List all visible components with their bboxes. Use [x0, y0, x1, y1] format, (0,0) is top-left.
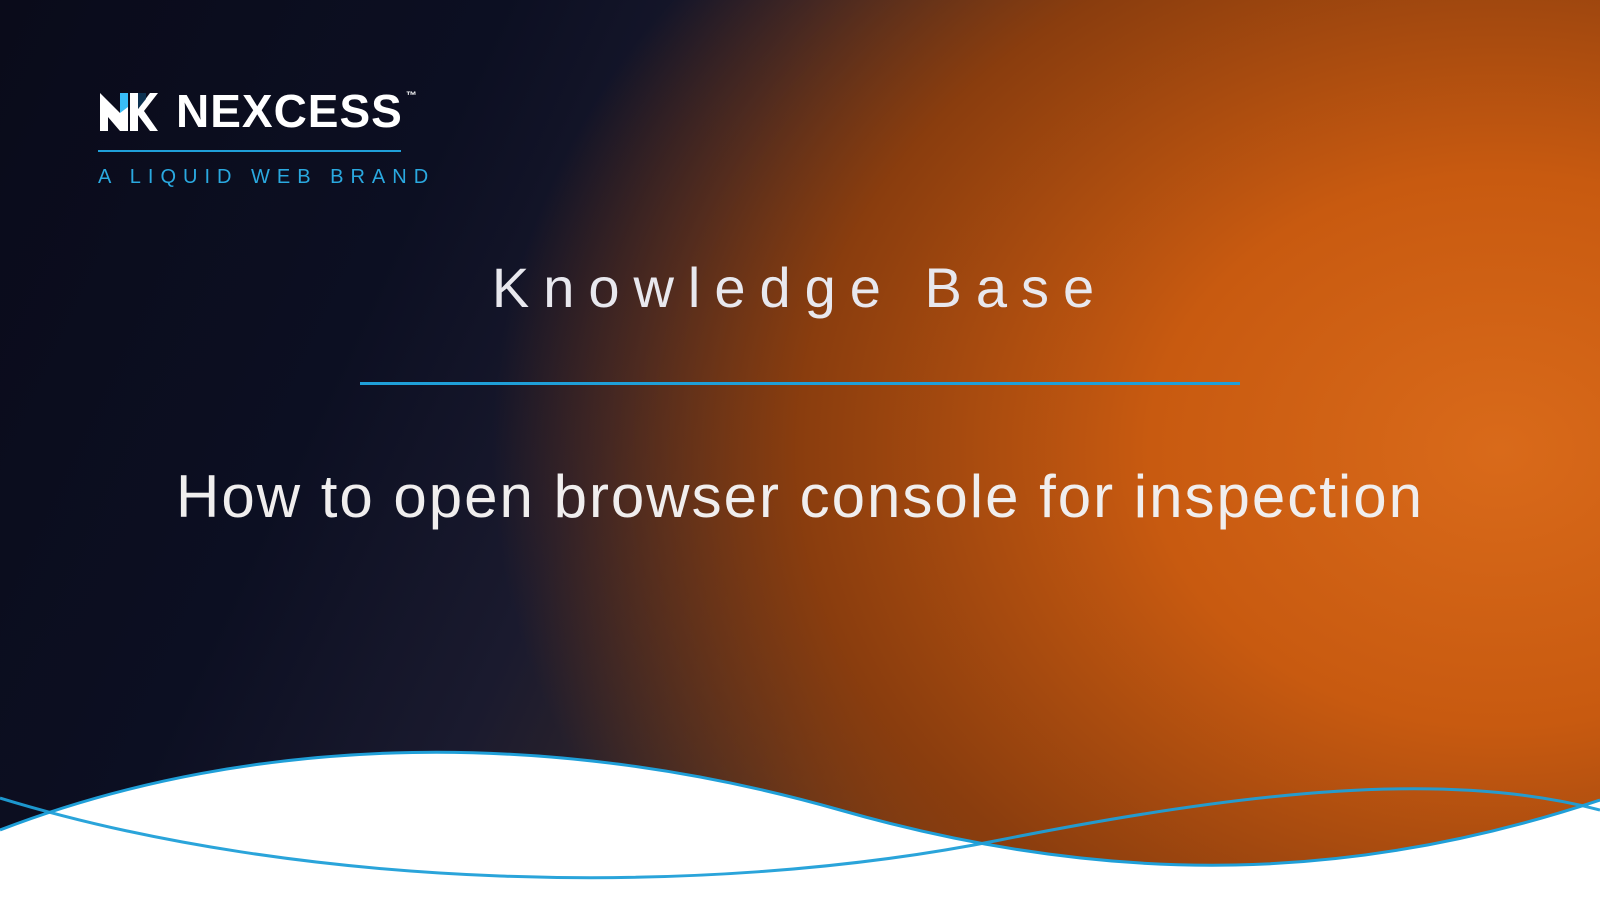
section-divider — [360, 382, 1240, 385]
trademark-symbol: ™ — [406, 90, 417, 102]
wave-decoration — [0, 700, 1600, 900]
brand-name-text: NEXCESS — [176, 85, 403, 137]
brand-logo-block: NEXCESS™ A LIQUID WEB BRAND — [98, 84, 435, 189]
section-label: Knowledge Base — [0, 255, 1600, 320]
nexcess-logo-icon — [98, 89, 158, 133]
article-title: How to open browser console for inspecti… — [0, 453, 1600, 540]
brand-name: NEXCESS™ — [176, 84, 414, 138]
banner-content: Knowledge Base How to open browser conso… — [0, 255, 1600, 540]
brand-logo-rule — [98, 150, 401, 152]
brand-tagline: A LIQUID WEB BRAND — [98, 166, 435, 189]
kb-banner: NEXCESS™ A LIQUID WEB BRAND Knowledge Ba… — [0, 0, 1600, 900]
brand-logo-row: NEXCESS™ — [98, 84, 435, 138]
